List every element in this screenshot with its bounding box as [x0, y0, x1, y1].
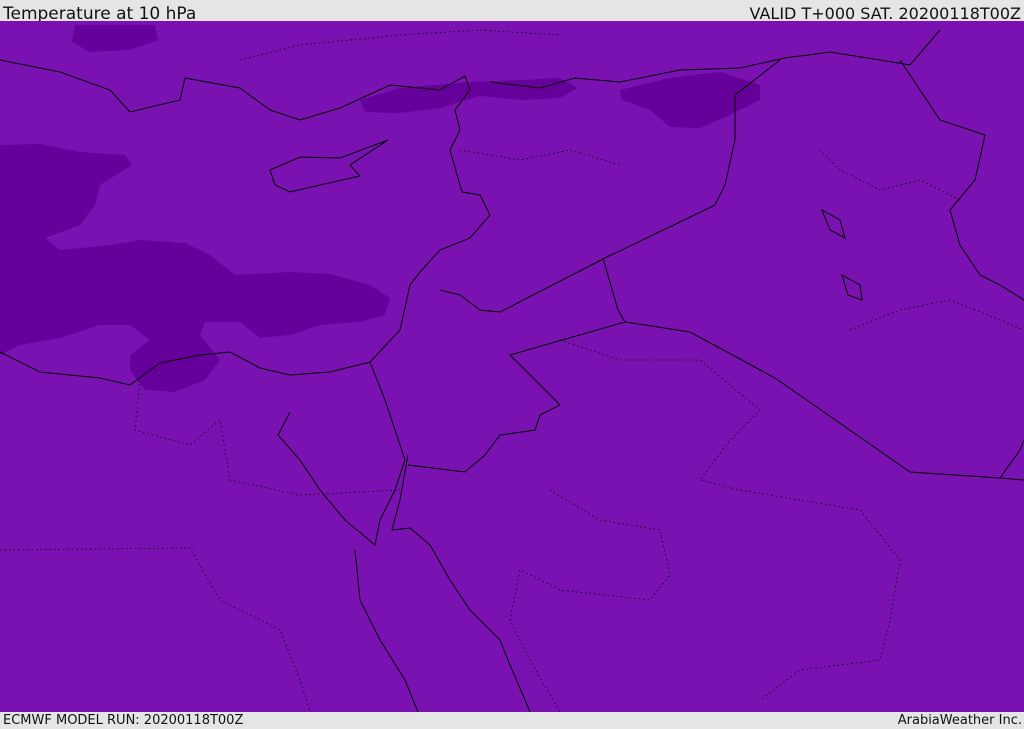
footer-bar: ECMWF MODEL RUN: 20200118T00Z ArabiaWeat… — [0, 712, 1024, 729]
header-bar: Temperature at 10 hPa VALID T+000 SAT. 2… — [0, 0, 1024, 24]
credit-label: ArabiaWeather Inc. — [897, 713, 1022, 728]
weather-map[interactable] — [0, 21, 1024, 712]
model-run: ECMWF MODEL RUN: 20200118T00Z — [3, 713, 244, 728]
